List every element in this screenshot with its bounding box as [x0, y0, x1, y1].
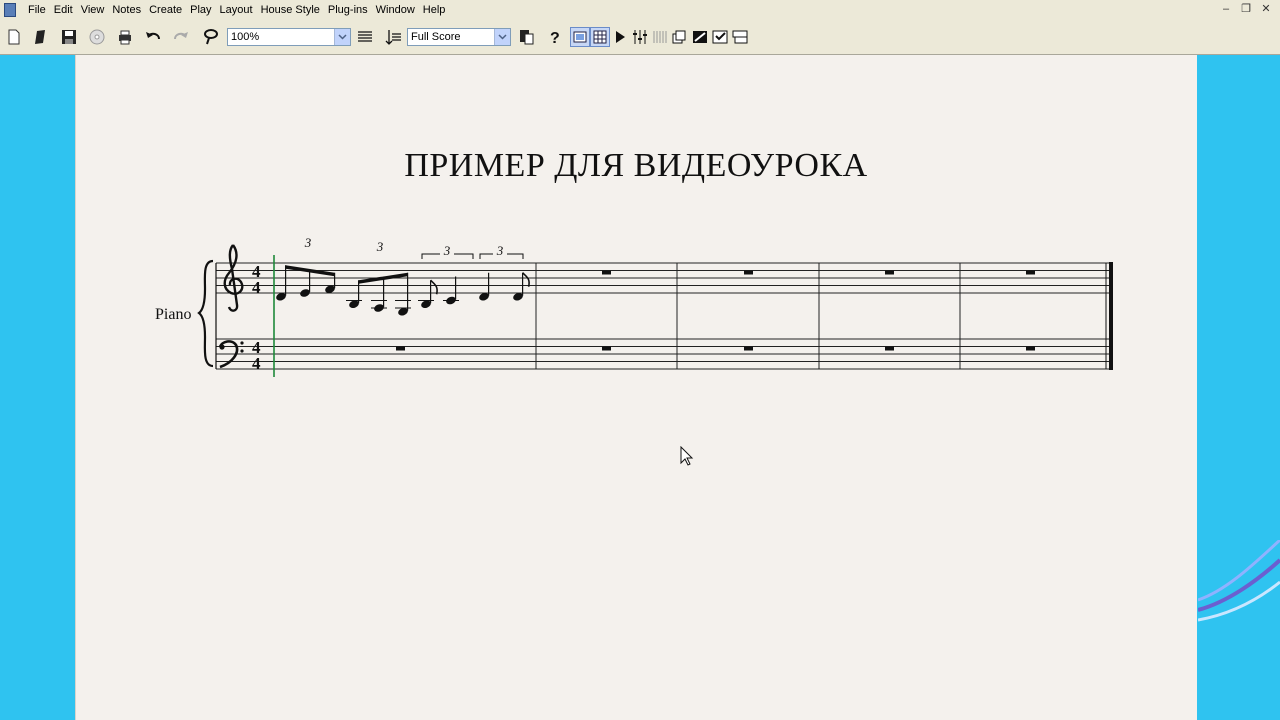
cd-icon[interactable]	[87, 27, 107, 47]
score-page[interactable]: ПРИМЕР ДЛЯ ВИДЕОУРОКА Piano 4 4 4 4 3333	[75, 55, 1197, 720]
undo-icon[interactable]	[143, 27, 163, 47]
video-icon[interactable]	[670, 27, 690, 47]
note-flag	[430, 279, 438, 295]
chevron-down-icon[interactable]	[334, 29, 350, 45]
transport-icon[interactable]	[710, 27, 730, 47]
menu-file[interactable]: File	[24, 0, 50, 20]
redo-icon[interactable]	[171, 27, 191, 47]
close-button[interactable]: ✕	[1258, 2, 1274, 16]
notes	[276, 265, 530, 316]
whole-rest-bass	[885, 346, 894, 351]
tuplet-number: 3	[496, 243, 504, 258]
menu-view[interactable]: View	[77, 0, 109, 20]
whole-rest-treble	[885, 270, 894, 275]
zoom-value: 100%	[231, 31, 260, 43]
mixer-icon[interactable]	[630, 27, 650, 47]
whole-rest-treble	[744, 270, 753, 275]
menu-items: File Edit View Notes Create Play Layout House S…	[24, 0, 449, 20]
transpose-icon[interactable]	[383, 27, 403, 47]
zoom-combo[interactable]: 100%	[227, 28, 351, 46]
zoom-lasso-icon[interactable]	[201, 27, 221, 47]
menu-window[interactable]: Window	[372, 0, 419, 20]
menu-help[interactable]: Help	[419, 0, 450, 20]
menu-layout[interactable]: Layout	[216, 0, 257, 20]
mouse-cursor	[680, 446, 694, 466]
tuplets: 3 3 3 3	[304, 235, 524, 259]
system-brace	[197, 259, 214, 368]
view-combo[interactable]: Full Score	[407, 28, 511, 46]
score-icon[interactable]	[516, 27, 536, 47]
menu-notes[interactable]: Notes	[108, 0, 145, 20]
properties-icon[interactable]	[690, 27, 710, 47]
keypad-icon[interactable]	[590, 27, 610, 47]
menu-bar: File Edit View Notes Create Play Layout House S…	[0, 0, 1280, 21]
toolbar: 100% Full Score ?	[0, 20, 1280, 55]
desktop-swirl-decoration	[1198, 540, 1280, 622]
tuplet-number: 3	[304, 235, 312, 250]
score-svg: 4 4 4 4 3333	[197, 235, 1113, 377]
whole-rest-bass	[744, 346, 753, 351]
whole-rest-treble	[602, 270, 611, 275]
ideas-icon[interactable]	[650, 27, 670, 47]
menu-house-style[interactable]: House Style	[257, 0, 324, 20]
print-icon[interactable]	[115, 27, 135, 47]
minimize-button[interactable]: –	[1218, 2, 1234, 16]
window-controls: – ❐ ✕	[1218, 2, 1274, 16]
menu-plug-ins[interactable]: Plug-ins	[324, 0, 372, 20]
time-sig-bottom-treble: 4	[252, 278, 261, 297]
help-icon[interactable]: ?	[545, 27, 565, 47]
chevron-down-icon[interactable]	[494, 29, 510, 45]
whole-rest-bass	[1026, 346, 1035, 351]
tuplet-number: 3	[443, 243, 451, 258]
final-barline-thick	[1109, 262, 1113, 370]
text-lines-icon[interactable]	[355, 27, 375, 47]
play-icon[interactable]	[610, 27, 630, 47]
menu-create[interactable]: Create	[145, 0, 186, 20]
view-value: Full Score	[411, 31, 461, 43]
tuplet-number: 3	[376, 239, 384, 254]
menu-play[interactable]: Play	[186, 0, 215, 20]
time-sig-bottom-bass: 4	[252, 354, 261, 373]
new-icon[interactable]	[4, 27, 24, 47]
staff-lines	[216, 262, 1113, 370]
navigator-icon[interactable]	[570, 27, 590, 47]
sibelius-app-icon[interactable]	[4, 3, 16, 17]
save-icon[interactable]	[59, 27, 79, 47]
whole-rest-bass	[396, 346, 405, 351]
note-flag	[522, 272, 530, 287]
whole-rest-treble	[1026, 270, 1035, 275]
restore-button[interactable]: ❐	[1238, 2, 1254, 16]
menu-edit[interactable]: Edit	[50, 0, 77, 20]
open-icon[interactable]	[31, 27, 51, 47]
brace	[197, 259, 214, 368]
whole-rest-bass	[602, 346, 611, 351]
playback-window-icon[interactable]	[730, 27, 750, 47]
svg-text:?: ?	[550, 30, 560, 46]
